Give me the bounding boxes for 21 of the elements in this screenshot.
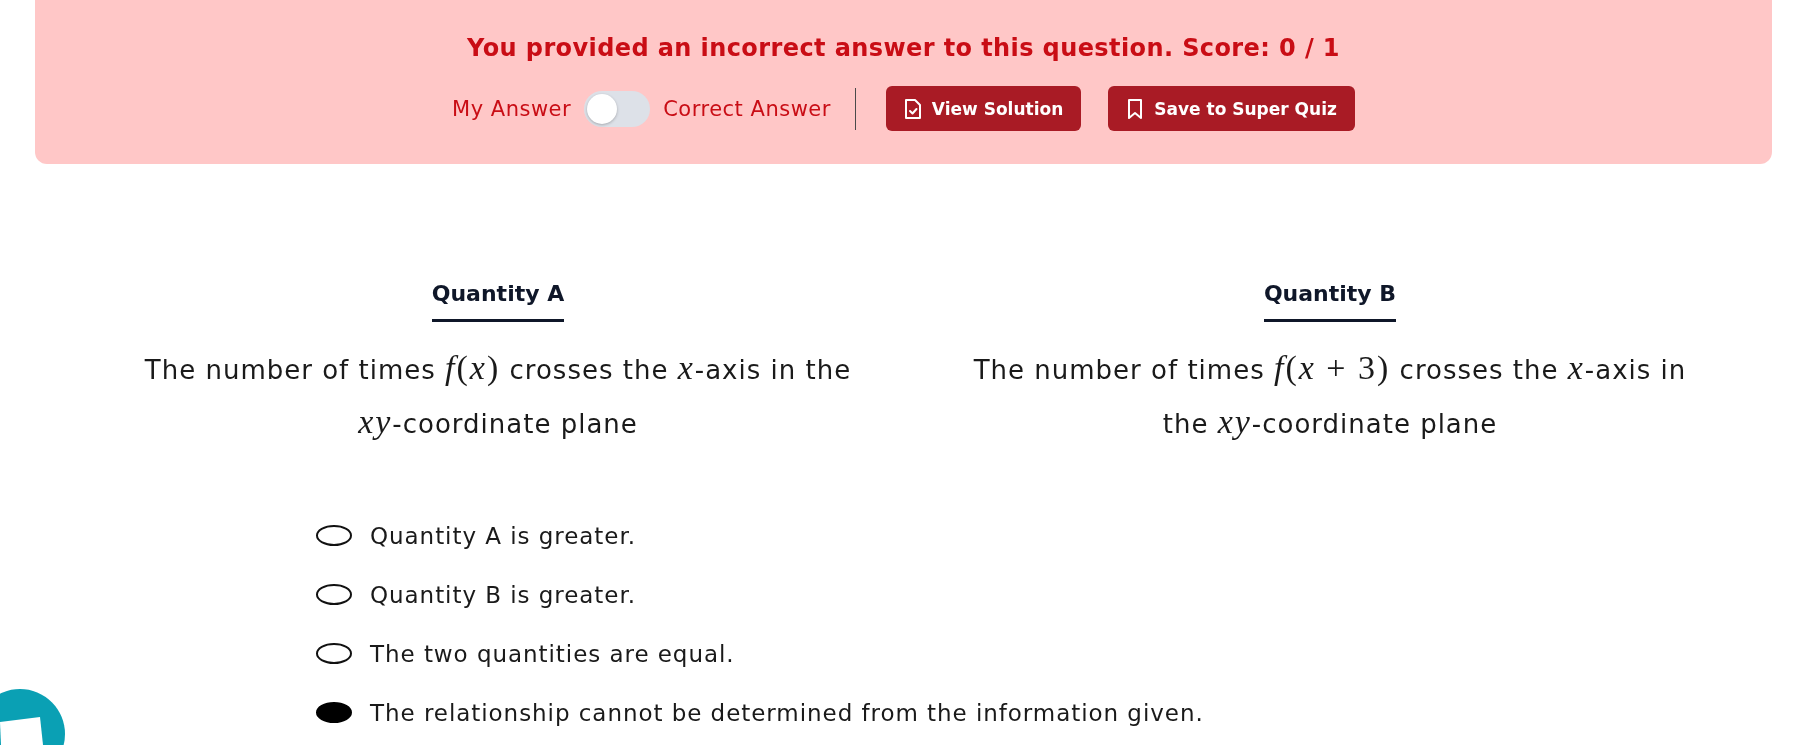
radio-button[interactable] (316, 525, 352, 546)
feedback-message: You provided an incorrect answer to this question. Score: 0 / 1 (467, 34, 1340, 62)
document-check-icon (903, 98, 922, 119)
answer-option: Quantity B is greater. (370, 581, 636, 608)
radio-button[interactable] (316, 702, 352, 723)
save-button[interactable]: Save to Super Quiz (1108, 86, 1355, 131)
answer-option: The relationship cannot be determined from the information given. (370, 699, 1204, 726)
bookmark-icon (1126, 98, 1145, 119)
answer-option: The two quantities are equal. (370, 640, 735, 667)
quantity-heading: Quantity A (431, 281, 565, 322)
radio-button[interactable] (316, 643, 352, 664)
answer-option: Quantity A is greater. (370, 522, 636, 549)
quantity-description: The number of times f(x + 3) crosses the x-axis in the xy-coordinate plane (972, 348, 1688, 442)
floating-widget-icon[interactable] (0, 689, 66, 745)
radio-button[interactable] (316, 584, 352, 605)
answer-toggle[interactable] (584, 90, 651, 127)
quantity-description: The number of times f(x) crosses the x-axis in the xy-coordinate plane (143, 348, 853, 442)
quantity-heading: Quantity B (1263, 281, 1397, 322)
correct-answer-label: Correct Answer (663, 96, 831, 121)
view-solution-button[interactable]: View Solution (885, 86, 1082, 131)
my-answer-label: My Answer (452, 96, 572, 121)
